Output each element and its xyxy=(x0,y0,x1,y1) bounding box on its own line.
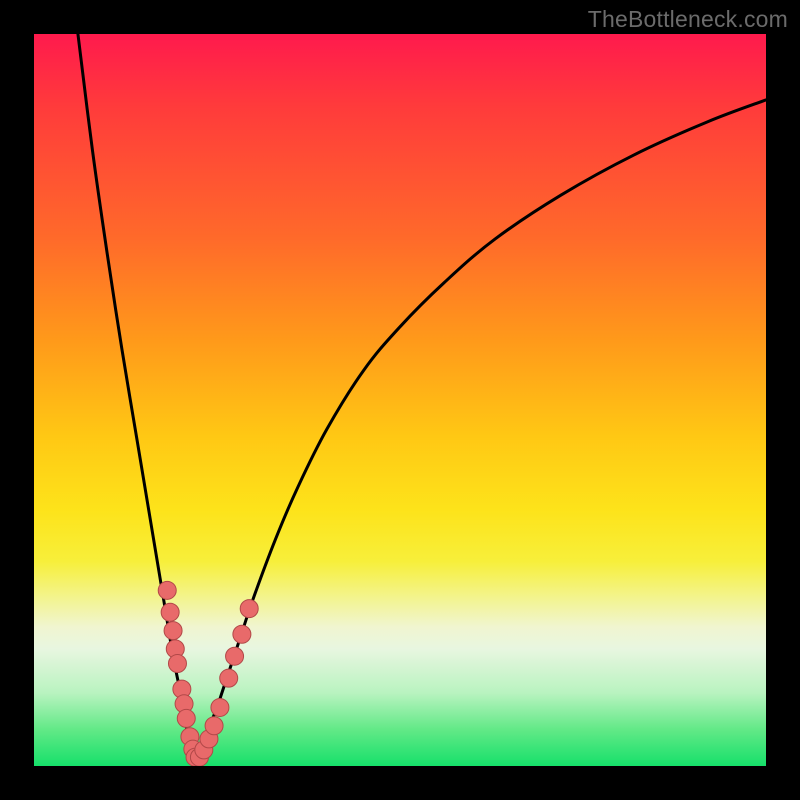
data-marker xyxy=(220,669,238,687)
data-marker xyxy=(211,698,229,716)
plot-area xyxy=(34,34,766,766)
watermark-text: TheBottleneck.com xyxy=(588,6,788,33)
chart-svg xyxy=(34,34,766,766)
data-marker xyxy=(158,581,176,599)
data-marker xyxy=(177,709,195,727)
data-marker xyxy=(226,647,244,665)
data-marker xyxy=(240,600,258,618)
curve-right-branch xyxy=(195,100,766,759)
data-marker xyxy=(168,655,186,673)
data-marker xyxy=(161,603,179,621)
chart-stage: TheBottleneck.com xyxy=(0,0,800,800)
data-marker xyxy=(205,717,223,735)
data-marker xyxy=(233,625,251,643)
data-marker xyxy=(164,622,182,640)
